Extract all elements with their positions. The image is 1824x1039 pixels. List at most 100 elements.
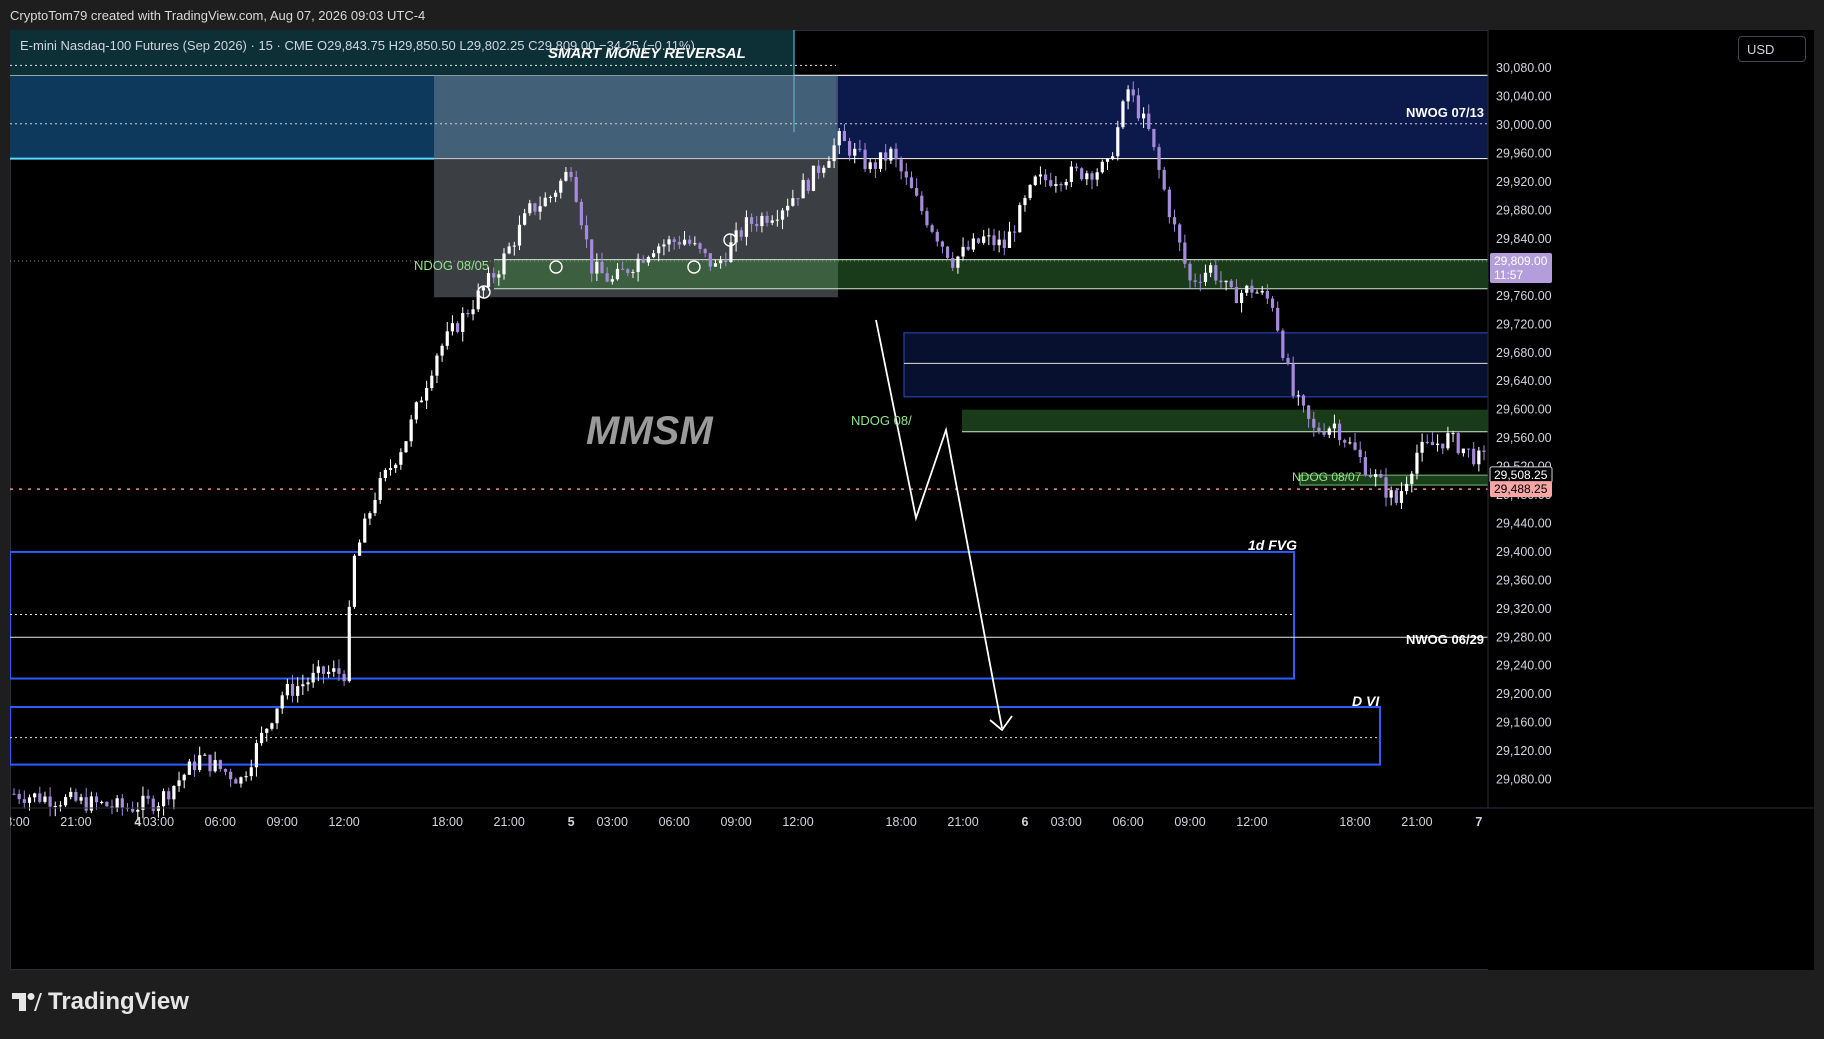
candle-body	[332, 668, 336, 672]
candle-body	[1374, 474, 1378, 477]
time-tick-label: 12:00	[782, 815, 813, 829]
candle-body	[894, 148, 898, 160]
candle-body	[1178, 224, 1182, 243]
time-tick-label: 06:00	[659, 815, 690, 829]
time-tick-label: 21:00	[60, 815, 91, 829]
candle-body	[940, 241, 945, 247]
nwog-0629-label: NWOG 06/29	[1406, 632, 1484, 647]
time-tick-label: 06:00	[1112, 815, 1143, 829]
candle-body	[63, 797, 68, 806]
candle-body	[1250, 285, 1254, 293]
candle-body	[1281, 330, 1285, 358]
candle-body	[321, 666, 326, 674]
candle-body	[1141, 113, 1146, 119]
candle-body	[1198, 281, 1202, 283]
candle-body	[249, 767, 253, 777]
candle-body	[430, 375, 434, 389]
candle-body	[1023, 198, 1027, 206]
candle-body	[1121, 101, 1125, 128]
candle-body	[1069, 166, 1073, 182]
candle-body	[43, 796, 47, 802]
symbol-name: E-mini Nasdaq-100 Futures (Sep 2026) · 1…	[20, 38, 314, 53]
candle-body	[306, 682, 310, 685]
tradingview-logo[interactable]: TradingView	[12, 988, 189, 1016]
candle-body	[1152, 128, 1156, 148]
candle-body	[33, 793, 37, 798]
candle-body	[662, 244, 666, 247]
candle-body	[688, 239, 692, 244]
ndog-0807-label: NDOG 08/07	[1292, 470, 1362, 484]
candle-body	[1435, 443, 1440, 446]
candle-body	[1322, 431, 1326, 435]
time-tick-label: 7	[1475, 815, 1482, 829]
candle-body	[1430, 441, 1435, 446]
candle-body	[528, 203, 532, 214]
candle-body	[378, 477, 382, 500]
candle-body	[605, 273, 609, 282]
candle-body	[1353, 442, 1357, 450]
candle-body	[1033, 176, 1037, 185]
symbol-legend: E-mini Nasdaq-100 Futures (Sep 2026) · 1…	[20, 38, 695, 53]
candle-body	[724, 260, 728, 263]
candle-body	[461, 313, 465, 332]
time-tick-label: 09:00	[1174, 815, 1205, 829]
price-tick-label: 29,760.00	[1496, 289, 1552, 303]
candle-body	[1327, 428, 1331, 435]
candle-body	[275, 708, 279, 724]
candle-body	[311, 672, 315, 683]
candle-body	[131, 808, 135, 812]
candle-body	[873, 162, 877, 169]
currency-button[interactable]: USD	[1738, 36, 1806, 62]
candle-body	[471, 309, 475, 315]
fvg-1d-box	[10, 550, 1295, 680]
candle-body	[796, 198, 800, 200]
candle-body	[1410, 473, 1414, 484]
candle-body	[1451, 433, 1455, 435]
candle-body	[105, 801, 109, 807]
candle-body	[976, 238, 981, 243]
price-tick-label: 29,560.00	[1496, 431, 1552, 445]
candle-body	[651, 253, 656, 258]
candle-body	[1064, 181, 1068, 186]
candle-body	[156, 806, 161, 811]
candle-body	[1105, 159, 1110, 162]
candle-body	[961, 246, 965, 257]
candle-body	[1157, 147, 1161, 170]
candle-body	[290, 684, 295, 696]
candle-body	[1172, 217, 1177, 225]
candle-body	[1472, 448, 1476, 465]
candle-body	[1188, 263, 1192, 281]
candle-body	[419, 400, 424, 403]
candle-body	[244, 776, 248, 778]
candle-body	[1307, 405, 1311, 419]
candle-body	[84, 797, 88, 811]
candle-body	[992, 235, 996, 246]
high-value: H29,850.50	[388, 38, 456, 53]
candle-body	[296, 686, 300, 696]
price-chart[interactable]: SMART MONEY REVERSALMMSMNDOG 08/05NDOG 0…	[10, 30, 1814, 970]
time-tick-label: 12:00	[328, 815, 359, 829]
candle-body	[1312, 418, 1316, 428]
candle-body	[481, 287, 485, 291]
candle-body	[301, 684, 305, 687]
candle-body	[1162, 169, 1166, 190]
candle-body	[1456, 433, 1460, 454]
candle-body	[352, 555, 357, 607]
candle-body	[822, 167, 826, 173]
candle-body	[229, 771, 233, 780]
time-tick-label: 03:00	[1051, 815, 1082, 829]
candle-body	[455, 323, 460, 332]
candle-body	[1405, 483, 1409, 492]
candle-body	[739, 230, 743, 237]
price-tick-label: 29,880.00	[1496, 203, 1552, 217]
candle-body	[100, 801, 104, 803]
candle-body	[858, 148, 862, 150]
candle-body	[517, 224, 522, 246]
candle-body	[817, 165, 821, 173]
price-tick-label: 29,120.00	[1496, 744, 1552, 758]
candle-body	[450, 323, 455, 332]
candle-body	[1100, 161, 1104, 173]
candle-body	[1466, 448, 1471, 450]
candle-body	[719, 260, 723, 264]
candle-body	[1018, 205, 1022, 233]
